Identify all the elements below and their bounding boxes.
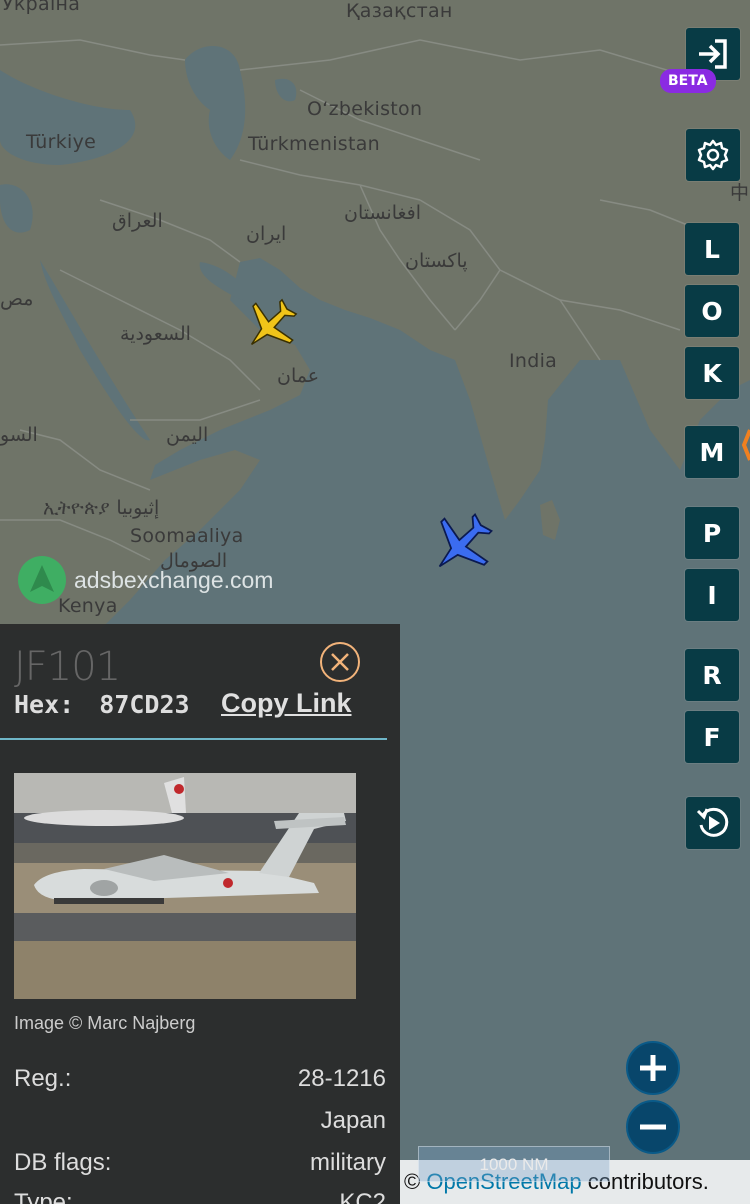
aircraft-marker-blue[interactable] bbox=[426, 510, 496, 580]
close-icon bbox=[331, 653, 349, 671]
toolbar-button-f[interactable]: F bbox=[685, 711, 739, 763]
aircraft-photo[interactable] bbox=[14, 773, 356, 999]
aircraft-marker-edge[interactable] bbox=[740, 420, 750, 470]
sign-in-icon bbox=[699, 39, 727, 69]
map-label-uzbekistan: O‘zbekiston bbox=[307, 98, 423, 120]
reg-label: Reg.: bbox=[14, 1065, 72, 1092]
db-flags-label: DB flags: bbox=[14, 1149, 112, 1176]
close-button[interactable] bbox=[320, 642, 360, 682]
zoom-in-button[interactable] bbox=[626, 1041, 680, 1095]
toolbar-button-o[interactable]: O bbox=[685, 285, 739, 337]
map-label-china-edge: 中 bbox=[730, 182, 750, 204]
map-label-iran: ایران bbox=[246, 223, 287, 245]
db-flags-value: military bbox=[310, 1149, 386, 1176]
minus-icon bbox=[640, 1124, 666, 1130]
map-label-turkiye: Türkiye bbox=[26, 131, 97, 153]
aircraft-photo-image bbox=[14, 773, 356, 999]
toolbar-button-r[interactable]: R bbox=[685, 649, 739, 701]
replay-icon bbox=[696, 807, 729, 837]
hex-value: 87CD23 bbox=[99, 690, 190, 719]
adsbexchange-logo-icon bbox=[18, 556, 66, 604]
callsign: JF101 bbox=[14, 644, 121, 690]
beta-badge: BETA bbox=[660, 69, 716, 93]
map-label-sudan-edge: السو bbox=[0, 424, 38, 446]
gear-icon bbox=[697, 139, 729, 171]
map-label-iraq: العراق bbox=[112, 210, 163, 232]
watermark: adsbexchange.com bbox=[18, 556, 273, 604]
toolbar-button-l[interactable]: L bbox=[685, 223, 739, 275]
map-label-yemen: اليمن bbox=[166, 424, 209, 446]
map-label-ukraine: Україна bbox=[2, 0, 81, 15]
toolbar-button-p[interactable]: P bbox=[685, 507, 739, 559]
country-value: Japan bbox=[320, 1107, 386, 1134]
aircraft-marker-yellow[interactable] bbox=[240, 296, 300, 356]
map-label-saudi: السعودية bbox=[120, 323, 191, 345]
reg-value: 28-1216 bbox=[297, 1065, 386, 1092]
hex-label: Hex: bbox=[14, 690, 75, 719]
map-label-turkmenistan: Türkmenistan bbox=[248, 133, 381, 155]
copy-link[interactable]: Copy Link bbox=[221, 688, 352, 719]
map-label-somalia: Soomaaliya bbox=[130, 525, 244, 547]
toolbar-button-i[interactable]: I bbox=[685, 569, 739, 621]
map-label-afghanistan: افغانستان bbox=[344, 202, 422, 224]
replay-button[interactable] bbox=[686, 797, 740, 849]
map-label-kazakhstan: Қазақстан bbox=[346, 0, 453, 22]
aircraft-info-panel: JF101 Hex: 87CD23 Copy Link Image © Marc… bbox=[0, 624, 400, 1204]
map-label-india: India bbox=[509, 350, 558, 372]
map-label-pakistan: پاکستان bbox=[405, 250, 468, 272]
toolbar-button-m[interactable]: M bbox=[685, 426, 739, 478]
toolbar-button-k[interactable]: K bbox=[685, 347, 739, 399]
scale-bar: 1000 NM bbox=[418, 1146, 610, 1182]
panel-divider bbox=[0, 738, 387, 740]
scale-label: 1000 NM bbox=[479, 1155, 549, 1174]
settings-button[interactable] bbox=[686, 129, 740, 181]
map-label-oman: عمان bbox=[277, 365, 320, 387]
watermark-text: adsbexchange.com bbox=[74, 566, 274, 593]
map-label-egypt-edge: مص bbox=[0, 288, 34, 310]
zoom-out-button[interactable] bbox=[626, 1100, 680, 1154]
type-value: KC2 bbox=[339, 1189, 386, 1204]
map-label-ethiopia: ኢትዮጵያ إثيوبيا bbox=[43, 497, 160, 519]
plus-icon bbox=[640, 1055, 666, 1081]
image-credit: Image © Marc Najberg bbox=[14, 1013, 196, 1033]
hex-row: Hex: 87CD23 bbox=[14, 690, 190, 719]
type-label: Type: bbox=[14, 1189, 73, 1204]
